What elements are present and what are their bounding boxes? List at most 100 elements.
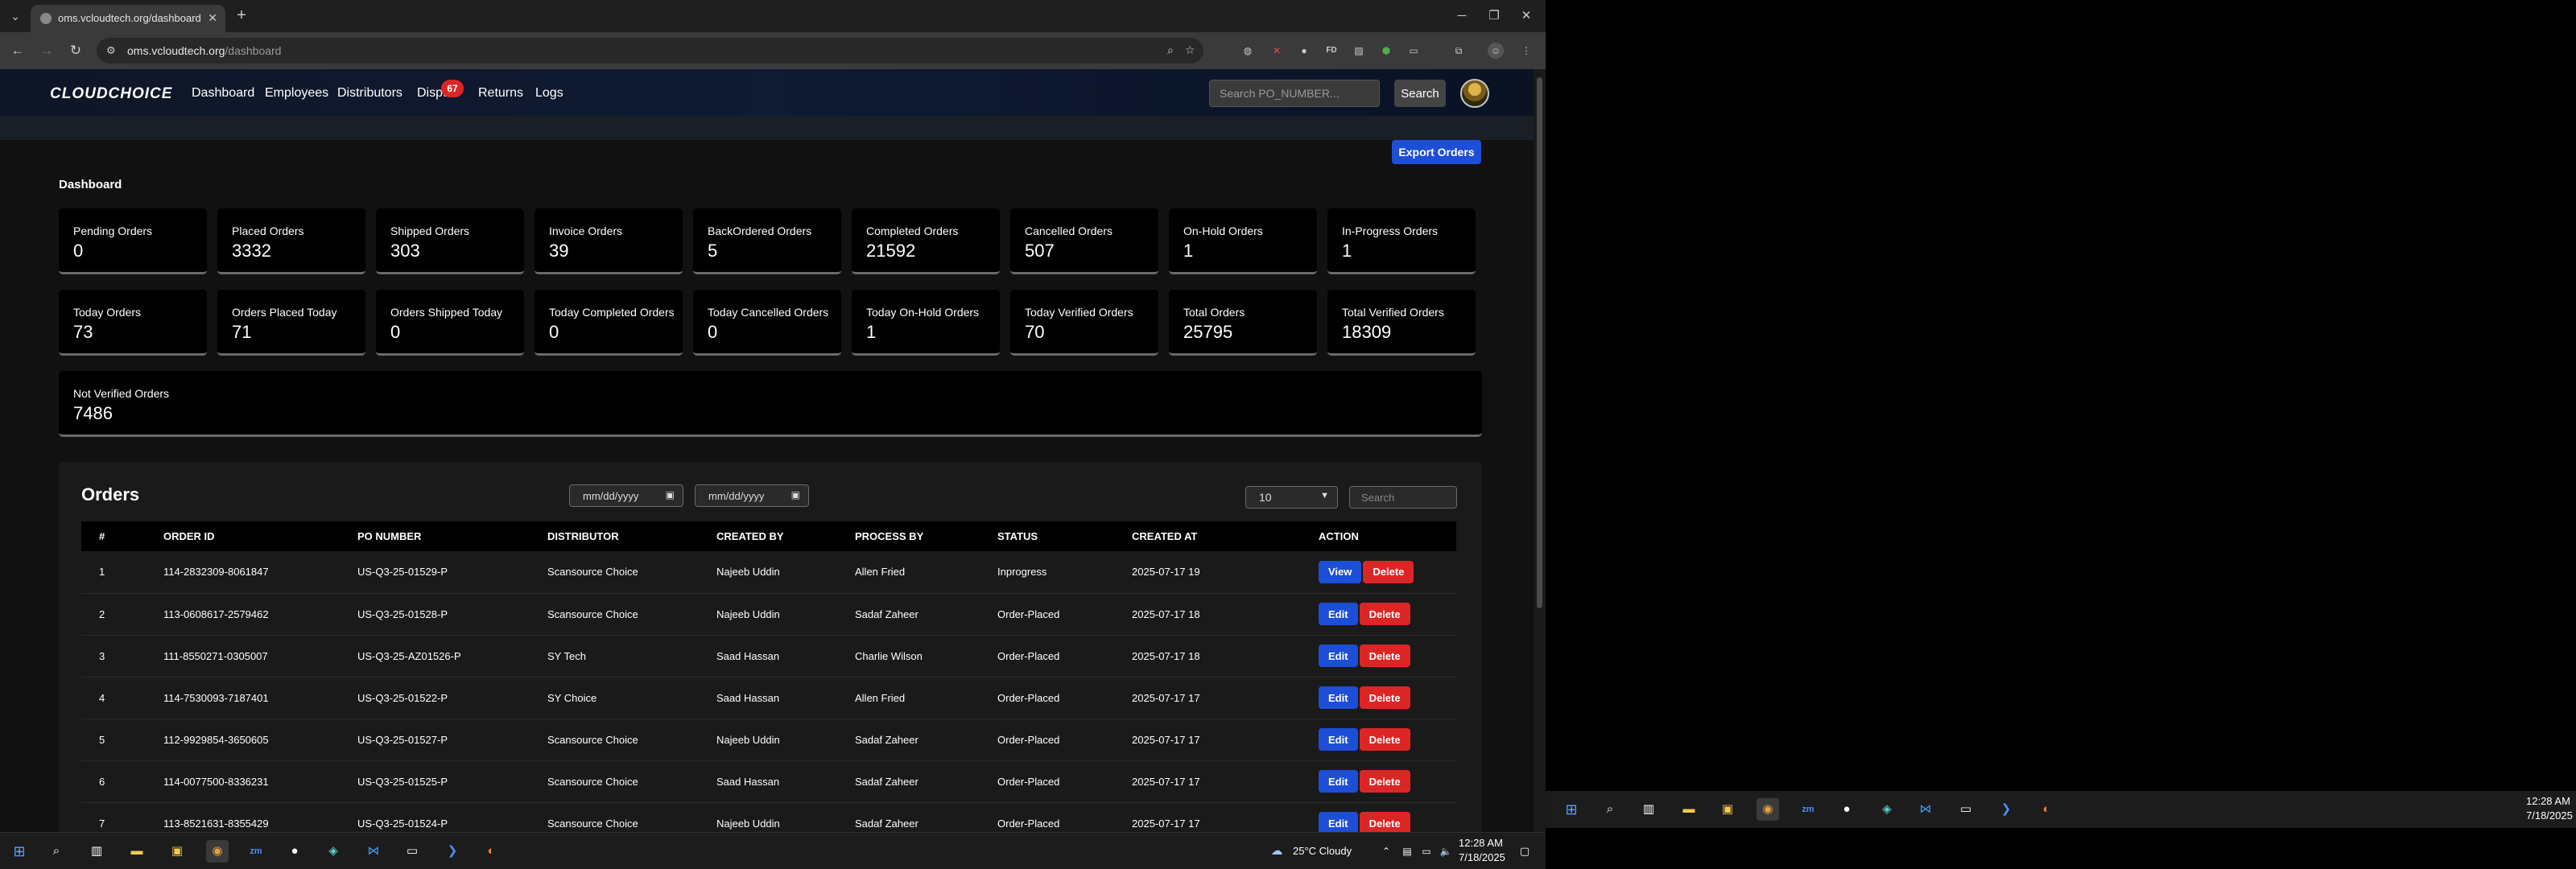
taskbar-search-icon[interactable]: ⌕: [45, 840, 68, 863]
weather-text[interactable]: 25°C Cloudy: [1293, 845, 1352, 857]
secondary-taskbar-date[interactable]: 7/18/2025: [2526, 809, 2573, 822]
delete-button[interactable]: Delete: [1359, 812, 1410, 832]
brand-logo[interactable]: CLOUDCHOICE: [50, 85, 172, 103]
vscode-icon[interactable]: ⋈: [1914, 798, 1937, 821]
edit-button[interactable]: Edit: [1319, 770, 1358, 793]
window-close-icon[interactable]: ✕: [1515, 6, 1538, 26]
app-circle-icon[interactable]: ●: [1835, 798, 1858, 821]
tray-volume-icon[interactable]: 🔈: [1435, 840, 1457, 863]
browser-tab[interactable]: oms.vcloudtech.org/dashboard ✕: [31, 5, 225, 32]
app-circle-icon[interactable]: ●: [283, 840, 306, 863]
calendar-icon[interactable]: ▣: [666, 489, 675, 500]
forward-arrow-icon[interactable]: →: [37, 41, 56, 60]
delete-button[interactable]: Delete: [1359, 728, 1410, 751]
search-button[interactable]: Search: [1394, 80, 1446, 107]
extension-fd-icon[interactable]: FD: [1323, 43, 1340, 59]
zoom-app-icon[interactable]: zm: [245, 840, 267, 863]
app-globe-icon[interactable]: ◈: [322, 840, 345, 863]
end-date-input[interactable]: mm/dd/yyyy ▣: [695, 484, 809, 507]
column-header[interactable]: DISTRIBUTOR: [530, 521, 699, 551]
task-view-icon[interactable]: ▥: [1637, 798, 1660, 821]
export-orders-button[interactable]: Export Orders: [1392, 140, 1481, 164]
column-header[interactable]: CREATED BY: [699, 521, 837, 551]
tray-chevron-up-icon[interactable]: ⌃: [1375, 840, 1397, 863]
extension-shield-icon[interactable]: ⬢: [1378, 43, 1394, 59]
taskbar-date[interactable]: 7/18/2025: [1459, 851, 1505, 863]
chrome-icon[interactable]: ◉: [1757, 798, 1779, 821]
extension-window-icon[interactable]: ▭: [1406, 43, 1422, 59]
zoom-app-icon[interactable]: zm: [1797, 798, 1819, 821]
edit-button[interactable]: Edit: [1319, 603, 1358, 625]
nav-distributors[interactable]: Distributors: [337, 86, 402, 101]
nav-logs[interactable]: Logs: [535, 86, 564, 101]
nav-employees[interactable]: Employees: [265, 86, 328, 101]
task-view-icon[interactable]: ▥: [85, 840, 108, 863]
secondary-taskbar-time[interactable]: 12:28 AM: [2526, 795, 2570, 807]
file-explorer-icon[interactable]: ▬: [126, 840, 148, 863]
address-bar[interactable]: ⚙ oms.vcloudtech.org/dashboard ⌕ ☆: [97, 38, 1203, 64]
notification-icon[interactable]: ▢: [1513, 840, 1536, 863]
edit-button[interactable]: Edit: [1319, 812, 1358, 832]
column-header[interactable]: PROCESS BY: [837, 521, 980, 551]
terminal-icon[interactable]: ▭: [401, 840, 423, 863]
window-minimize-icon[interactable]: ─: [1451, 6, 1473, 26]
column-header[interactable]: #: [81, 521, 146, 551]
delete-button[interactable]: Delete: [1363, 560, 1414, 583]
taskbar-search-icon[interactable]: ⌕: [1599, 798, 1621, 821]
edit-button[interactable]: Edit: [1319, 728, 1358, 751]
start-date-input[interactable]: mm/dd/yyyy ▣: [569, 484, 683, 507]
store-icon[interactable]: ▣: [1716, 798, 1739, 821]
po-number-search-input[interactable]: [1209, 80, 1380, 107]
profile-avatar-icon[interactable]: ☺: [1488, 43, 1504, 59]
edit-button[interactable]: Edit: [1319, 645, 1358, 667]
page-scrollbar[interactable]: [1534, 69, 1546, 832]
column-header[interactable]: ACTION: [1319, 521, 1456, 551]
extension-x-icon[interactable]: ✕: [1269, 43, 1285, 59]
store-icon[interactable]: ▣: [166, 840, 188, 863]
scrollbar-thumb[interactable]: [1537, 77, 1542, 608]
nav-dashboard[interactable]: Dashboard: [192, 86, 254, 101]
extension-incognito-icon[interactable]: ◍: [1240, 43, 1256, 59]
column-header[interactable]: ORDER ID: [146, 521, 340, 551]
extensions-puzzle-icon[interactable]: ⧉: [1451, 43, 1467, 59]
column-header[interactable]: CREATED AT: [1114, 521, 1319, 551]
bookmark-star-icon[interactable]: ☆: [1185, 43, 1195, 57]
orders-search-input[interactable]: [1349, 486, 1457, 509]
calendar-icon[interactable]: ▣: [791, 489, 800, 500]
postman-icon[interactable]: ◐: [2035, 798, 2058, 821]
powershell-icon[interactable]: ❯: [441, 840, 464, 863]
edit-button[interactable]: Edit: [1319, 686, 1358, 709]
extension-circle-icon[interactable]: ●: [1296, 43, 1312, 59]
site-info-icon[interactable]: ⚙: [106, 44, 116, 57]
user-avatar[interactable]: [1460, 79, 1489, 108]
delete-button[interactable]: Delete: [1359, 686, 1410, 709]
weather-cloud-icon[interactable]: ☁: [1265, 840, 1288, 863]
reload-icon[interactable]: ↻: [66, 41, 85, 60]
windows-start-icon[interactable]: ⊞: [1560, 798, 1583, 821]
delete-button[interactable]: Delete: [1359, 603, 1410, 625]
postman-icon[interactable]: ◐: [480, 840, 502, 863]
view-button[interactable]: View: [1319, 560, 1362, 583]
tab-search-chevron-icon[interactable]: ⌄: [6, 7, 24, 25]
windows-start-icon[interactable]: ⊞: [8, 840, 31, 863]
file-explorer-icon[interactable]: ▬: [1678, 798, 1700, 821]
taskbar-time[interactable]: 12:28 AM: [1459, 837, 1503, 849]
delete-button[interactable]: Delete: [1359, 645, 1410, 667]
terminal-icon[interactable]: ▭: [1955, 798, 1977, 821]
page-size-select[interactable]: 10 ▼: [1245, 486, 1338, 509]
column-header[interactable]: STATUS: [980, 521, 1114, 551]
column-header[interactable]: PO NUMBER: [340, 521, 530, 551]
browser-menu-dots-icon[interactable]: ⋮: [1518, 43, 1534, 59]
chrome-icon[interactable]: ◉: [206, 840, 229, 863]
powershell-icon[interactable]: ❯: [1995, 798, 2017, 821]
back-arrow-icon[interactable]: ←: [8, 41, 27, 60]
window-restore-icon[interactable]: ❐: [1483, 6, 1505, 26]
app-globe-icon[interactable]: ◈: [1876, 798, 1898, 821]
nav-returns[interactable]: Returns: [478, 86, 523, 101]
tab-close-icon[interactable]: ✕: [208, 11, 217, 25]
zoom-magnifier-icon[interactable]: ⌕: [1167, 43, 1174, 57]
vscode-icon[interactable]: ⋈: [362, 840, 385, 863]
extension-image-icon[interactable]: ▨: [1351, 43, 1367, 59]
delete-button[interactable]: Delete: [1359, 770, 1410, 793]
new-tab-plus-icon[interactable]: +: [232, 6, 251, 26]
